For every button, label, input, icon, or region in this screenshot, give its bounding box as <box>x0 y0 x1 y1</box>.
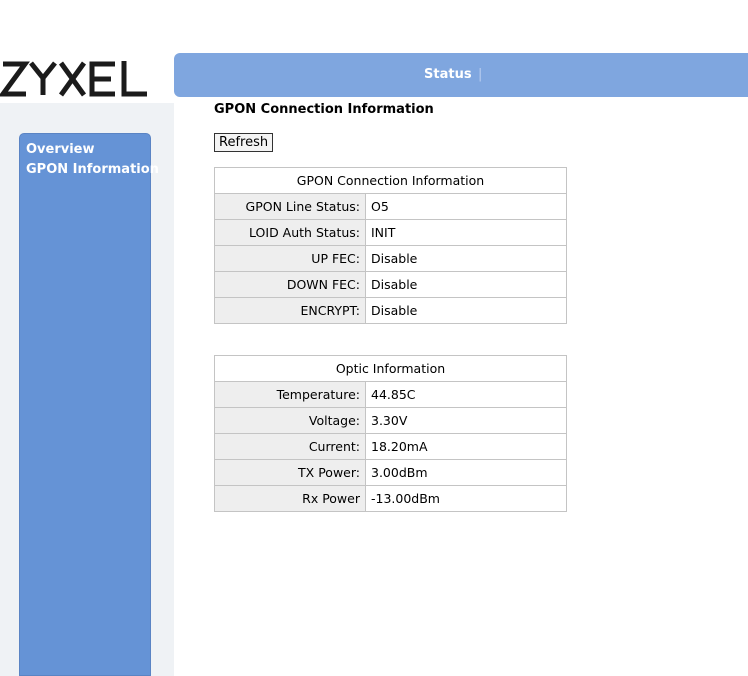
row-value: Disable <box>365 271 567 298</box>
row-value: -13.00dBm <box>365 485 567 512</box>
sidebar-item-overview[interactable]: Overview <box>26 140 150 160</box>
zyxel-logo <box>0 61 147 97</box>
row-label: Temperature: <box>214 381 366 408</box>
gpon-connection-table: GPON Connection Information GPON Line St… <box>214 167 567 324</box>
table-row: TX Power: 3.00dBm <box>214 459 567 486</box>
optic-information-table: Optic Information Temperature: 44.85C Vo… <box>214 355 567 512</box>
table-row: LOID Auth Status: INIT <box>214 219 567 246</box>
row-label: UP FEC: <box>214 245 366 272</box>
table-row: DOWN FEC: Disable <box>214 271 567 298</box>
table-row: ENCRYPT: Disable <box>214 297 567 324</box>
tab-separator: | <box>478 67 483 82</box>
row-label: TX Power: <box>214 459 366 486</box>
row-label: ENCRYPT: <box>214 297 366 324</box>
table-header: Optic Information <box>214 355 567 382</box>
row-label: GPON Line Status: <box>214 193 366 220</box>
table-header-row: GPON Connection Information <box>214 167 567 194</box>
row-value: 3.00dBm <box>365 459 567 486</box>
table-header-row: Optic Information <box>214 355 567 382</box>
row-value: Disable <box>365 245 567 272</box>
top-nav-bar: Status | <box>174 53 748 97</box>
row-label: Rx Power <box>214 485 366 512</box>
table-row: Current: 18.20mA <box>214 433 567 460</box>
row-label: Current: <box>214 433 366 460</box>
table-row: Rx Power -13.00dBm <box>214 485 567 512</box>
row-value: 18.20mA <box>365 433 567 460</box>
row-label: LOID Auth Status: <box>214 219 366 246</box>
table-row: Temperature: 44.85C <box>214 381 567 408</box>
table-row: UP FEC: Disable <box>214 245 567 272</box>
tab-status[interactable]: Status <box>424 67 472 82</box>
row-label: DOWN FEC: <box>214 271 366 298</box>
refresh-button[interactable]: Refresh <box>214 133 274 152</box>
row-value: O5 <box>365 193 567 220</box>
row-label: Voltage: <box>214 407 366 434</box>
table-row: GPON Line Status: O5 <box>214 193 567 220</box>
row-value: INIT <box>365 219 567 246</box>
row-value: 44.85C <box>365 381 567 408</box>
page-title: GPON Connection Information <box>214 102 434 117</box>
table-header: GPON Connection Information <box>214 167 567 194</box>
sidebar: Overview GPON Information <box>19 133 159 676</box>
sidebar-item-gpon-information[interactable]: GPON Information <box>26 160 159 180</box>
table-row: Voltage: 3.30V <box>214 407 567 434</box>
row-value: 3.30V <box>365 407 567 434</box>
row-value: Disable <box>365 297 567 324</box>
